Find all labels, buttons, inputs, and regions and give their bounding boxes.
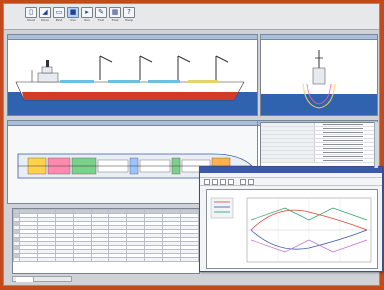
popup-tool-button[interactable] bbox=[204, 179, 210, 185]
open-folder-icon: ◢ bbox=[39, 7, 51, 18]
view-icon: ■ bbox=[67, 7, 79, 18]
toolbar-button-label: Dxxd bbox=[27, 18, 35, 22]
print-icon: ▭ bbox=[53, 7, 65, 18]
toolbar-button-label: Sxx bbox=[84, 18, 90, 22]
toolbar-button-label: Txxl bbox=[97, 18, 105, 22]
curve-plot bbox=[206, 189, 378, 269]
toolbar-button-1[interactable]: ▯ Dxxd bbox=[24, 7, 38, 25]
table-icon: ▦ bbox=[109, 7, 121, 18]
popup-tool-button[interactable] bbox=[228, 179, 234, 185]
toolbar-button-label: Pxxt bbox=[55, 18, 63, 22]
toolbar-button-6[interactable]: ✎ Txxl bbox=[94, 7, 108, 25]
section-view-pane[interactable] bbox=[260, 34, 378, 116]
sheet-tab[interactable] bbox=[16, 277, 34, 282]
toolbar-button-label: Hxxp bbox=[125, 18, 133, 22]
ship-profile-drawing bbox=[8, 55, 257, 115]
hull-bottom bbox=[22, 92, 238, 100]
toolbar-button-label: Vxx bbox=[70, 18, 76, 22]
curve-plot-drawing bbox=[210, 197, 372, 263]
toolbar-button-2[interactable]: ◢ Dxxn bbox=[38, 7, 52, 25]
hatch-2 bbox=[108, 80, 140, 83]
sea bbox=[261, 94, 377, 115]
popup-tool-button[interactable] bbox=[240, 179, 246, 185]
toolbar-button-5[interactable]: ▸ Sxx bbox=[80, 7, 94, 25]
help-icon: ? bbox=[123, 7, 135, 18]
properties-scrollbar[interactable] bbox=[374, 122, 378, 168]
popup-toolbar bbox=[200, 178, 382, 186]
toolbar-button-8[interactable]: ? Hxxp bbox=[122, 7, 136, 25]
superstructure bbox=[37, 72, 59, 83]
select-icon: ▸ bbox=[81, 7, 93, 18]
toolbar-button-label: Txxx bbox=[111, 18, 119, 22]
popup-tool-button[interactable] bbox=[220, 179, 226, 185]
stability-chart-window[interactable] bbox=[199, 166, 383, 272]
sheet-tab-bar bbox=[12, 276, 72, 282]
toolbar-button-7[interactable]: ▦ Txxx bbox=[108, 7, 122, 25]
profile-view-pane[interactable] bbox=[7, 34, 258, 116]
properties-list bbox=[260, 122, 378, 170]
toolbar: ▯ Dxxd ◢ Dxxn ▭ Pxxt ■ Vxx ▸ Sxx ✎ Txxl … bbox=[4, 4, 379, 30]
toolbar-button-3[interactable]: ▭ Pxxt bbox=[52, 7, 66, 25]
popup-tool-button[interactable] bbox=[212, 179, 218, 185]
crane-3-jib bbox=[177, 55, 191, 63]
bridge bbox=[41, 66, 53, 74]
plot-legend bbox=[210, 197, 234, 219]
property-row[interactable] bbox=[261, 159, 377, 163]
crane-4-jib bbox=[215, 55, 229, 63]
toolbar-button-label: Dxxn bbox=[41, 18, 49, 22]
hatch-3 bbox=[148, 80, 180, 83]
hatch-1 bbox=[60, 80, 94, 83]
application-window: ▯ Dxxd ◢ Dxxn ▭ Pxxt ■ Vxx ▸ Sxx ✎ Txxl … bbox=[3, 3, 383, 286]
crane-1-jib bbox=[99, 55, 113, 63]
ship-section-drawing bbox=[261, 50, 377, 115]
data-grid[interactable] bbox=[12, 208, 200, 274]
tool-icon: ✎ bbox=[95, 7, 107, 18]
hatch-4 bbox=[188, 80, 218, 83]
toolbar-button-4[interactable]: ■ Vxx bbox=[66, 7, 80, 25]
data-table bbox=[13, 209, 199, 262]
deckhouse bbox=[312, 67, 326, 85]
crane-2-jib bbox=[139, 55, 153, 63]
new-file-icon: ▯ bbox=[25, 7, 37, 18]
table-row[interactable] bbox=[13, 257, 199, 262]
popup-tool-button[interactable] bbox=[248, 179, 254, 185]
funnel bbox=[46, 60, 49, 67]
